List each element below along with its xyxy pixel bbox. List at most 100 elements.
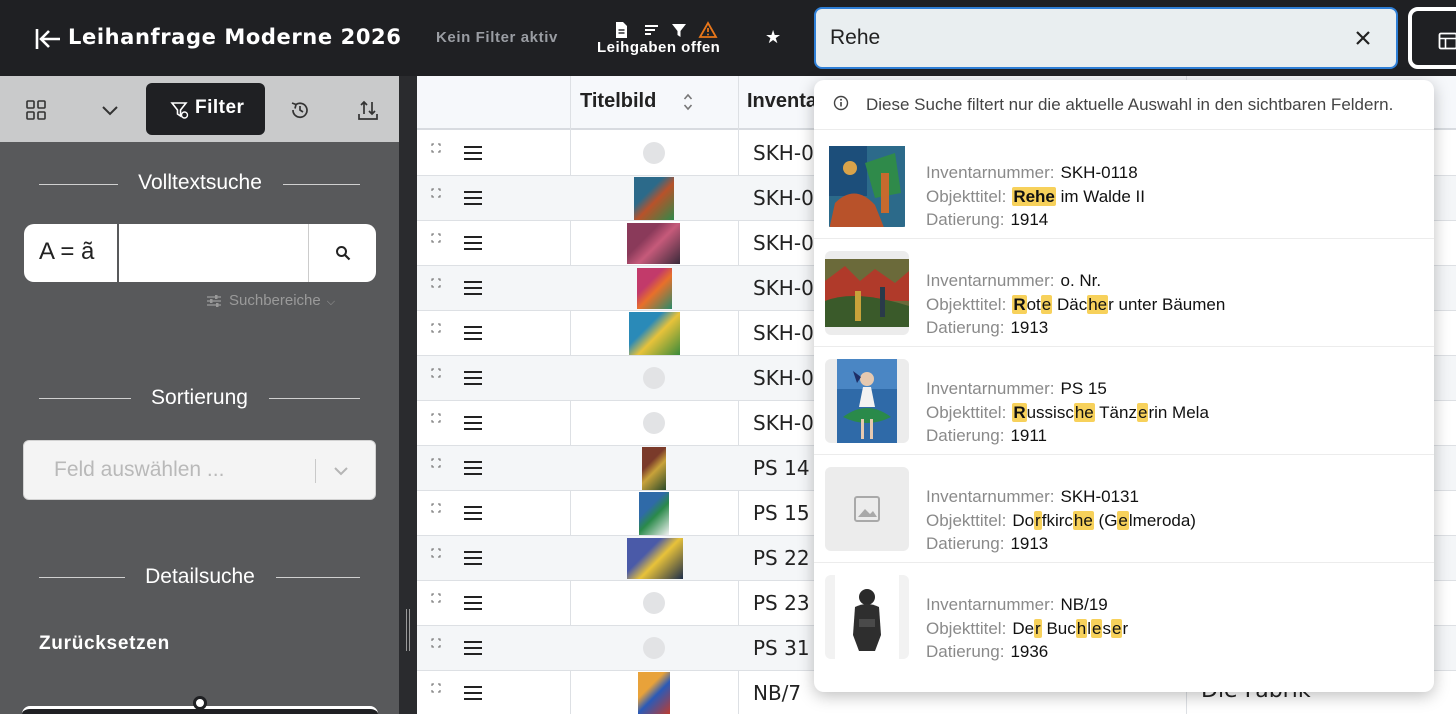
expand-icon[interactable] (431, 143, 441, 153)
drag-menu-icon[interactable] (463, 685, 483, 701)
expand-icon[interactable] (431, 548, 441, 558)
expand-icon[interactable] (431, 278, 441, 288)
title-value: Rote Dächer unter Bäumen (1012, 295, 1226, 314)
inv-value: SKH-0131 (1060, 487, 1139, 506)
sort-placeholder: Feld auswählen ... (54, 458, 225, 481)
drag-menu-icon[interactable] (463, 370, 483, 386)
drag-menu-icon[interactable] (463, 235, 483, 251)
search-result-item[interactable]: Inventarnummer: NB/19 Objekttitel: Der Buc… (814, 563, 1434, 671)
sort-arrows-icon[interactable] (683, 93, 693, 111)
thumbnail-placeholder (643, 412, 665, 434)
drag-menu-icon[interactable] (463, 280, 483, 296)
table-view-button[interactable] (1408, 7, 1456, 69)
row-thumbnail[interactable] (639, 492, 669, 535)
filter-funnel-icon (170, 102, 189, 119)
filter-button-label: Filter (195, 97, 245, 118)
drag-menu-icon[interactable] (463, 325, 483, 341)
expand-icon[interactable] (431, 413, 441, 423)
filter-status[interactable]: Kein Filter aktiv (436, 29, 558, 46)
close-icon[interactable] (1354, 29, 1372, 47)
chevron-down-icon: ⌵ (326, 296, 336, 308)
expand-icon[interactable] (431, 323, 441, 333)
title-label: Objekttitel: (926, 187, 1007, 206)
title-label: Objekttitel: (926, 619, 1007, 638)
date-value: 1913 (1010, 534, 1049, 553)
expand-icon[interactable] (431, 638, 441, 648)
expand-icon[interactable] (431, 503, 441, 513)
row-thumbnail[interactable] (642, 447, 666, 490)
drag-handle[interactable] (193, 696, 207, 710)
search-icon[interactable] (335, 245, 351, 261)
drag-menu-icon[interactable] (463, 550, 483, 566)
status-icons (616, 21, 718, 38)
loans-open-label[interactable]: Leihgaben offen (597, 39, 720, 56)
row-thumbnail[interactable] (638, 672, 670, 714)
expand-icon[interactable] (431, 188, 441, 198)
funnel-icon (672, 24, 686, 37)
row-thumbnail[interactable] (627, 223, 680, 264)
divider (315, 459, 316, 483)
inv-value: NB/19 (1060, 595, 1108, 614)
artwork-thumbnail (825, 359, 909, 443)
expand-icon[interactable] (431, 233, 441, 243)
search-result-item[interactable]: Inventarnummer: o. Nr. Objekttitel: Rote D… (814, 239, 1434, 347)
artwork-thumbnail (825, 251, 909, 335)
search-value: Rehe (830, 26, 881, 49)
match-mode-toggle[interactable]: A = ã (39, 238, 94, 266)
column-header-inventarnummer[interactable]: Inventa (747, 90, 817, 113)
row-thumbnail[interactable] (634, 177, 674, 220)
expand-icon[interactable] (431, 368, 441, 378)
sort-export-icon[interactable] (356, 98, 380, 122)
detail-section-title: Detailsuche (145, 565, 255, 588)
date-value: 1914 (1010, 210, 1049, 229)
search-info-text: Diese Suche filtert nur die aktuelle Aus… (866, 95, 1394, 114)
divider (276, 577, 360, 578)
divider (39, 184, 118, 185)
row-inventory-number: SKH-0 (753, 366, 814, 390)
search-result-item[interactable]: Inventarnummer: SKH-0131 Objekttitel: Dorf… (814, 455, 1434, 563)
filter-button[interactable]: Filter (146, 83, 265, 135)
search-areas-dropdown[interactable]: Suchbereiche ⌵ (207, 292, 335, 309)
star-icon[interactable]: ★ (765, 27, 781, 48)
grid-view-icon[interactable] (24, 98, 48, 122)
drag-menu-icon[interactable] (463, 595, 483, 611)
divider (308, 224, 309, 282)
splitter-handle[interactable] (406, 609, 410, 651)
row-inventory-number: SKH-0 (753, 276, 814, 300)
sort-field-select[interactable]: Feld auswählen ... (23, 440, 376, 500)
info-icon (833, 95, 849, 111)
row-thumbnail[interactable] (627, 538, 683, 579)
drag-menu-icon[interactable] (463, 145, 483, 161)
date-label: Datierung: (926, 426, 1005, 445)
title-value: Der Buchleser (1012, 619, 1129, 638)
row-inventory-number: SKH-0 (753, 411, 814, 435)
drag-menu-icon[interactable] (463, 505, 483, 521)
row-thumbnail[interactable] (637, 268, 672, 309)
inv-label: Inventarnummer: (926, 487, 1055, 506)
collapse-left-icon[interactable] (34, 26, 62, 52)
chevron-down-icon[interactable] (98, 98, 122, 122)
history-icon[interactable] (288, 98, 312, 122)
search-result-item[interactable]: Inventarnummer: SKH-0118 Objekttitel: Rehe… (814, 131, 1434, 239)
global-search-input[interactable]: Rehe (814, 7, 1398, 69)
row-inventory-number: SKH-0 (753, 321, 814, 345)
row-thumbnail[interactable] (629, 312, 680, 355)
drag-menu-icon[interactable] (463, 415, 483, 431)
result-title-line: Objekttitel: Russische Tänzerin Mela (926, 403, 1209, 423)
expand-icon[interactable] (431, 458, 441, 468)
fulltext-input[interactable] (120, 224, 308, 282)
sort-section-title: Sortierung (151, 386, 248, 409)
drag-menu-icon[interactable] (463, 460, 483, 476)
divider (269, 398, 360, 399)
column-header-titelbild[interactable]: Titelbild (580, 90, 656, 113)
drag-menu-icon[interactable] (463, 190, 483, 206)
title-value: Rehe im Walde II (1012, 187, 1145, 206)
expand-icon[interactable] (431, 683, 441, 693)
chevron-down-icon (334, 467, 348, 476)
search-result-item[interactable]: Inventarnummer: PS 15 Objekttitel: Russisc… (814, 347, 1434, 455)
drag-menu-icon[interactable] (463, 640, 483, 656)
panel-splitter[interactable] (399, 76, 417, 714)
inv-label: Inventarnummer: (926, 595, 1055, 614)
reset-button[interactable]: Zurücksetzen (39, 633, 170, 655)
expand-icon[interactable] (431, 593, 441, 603)
